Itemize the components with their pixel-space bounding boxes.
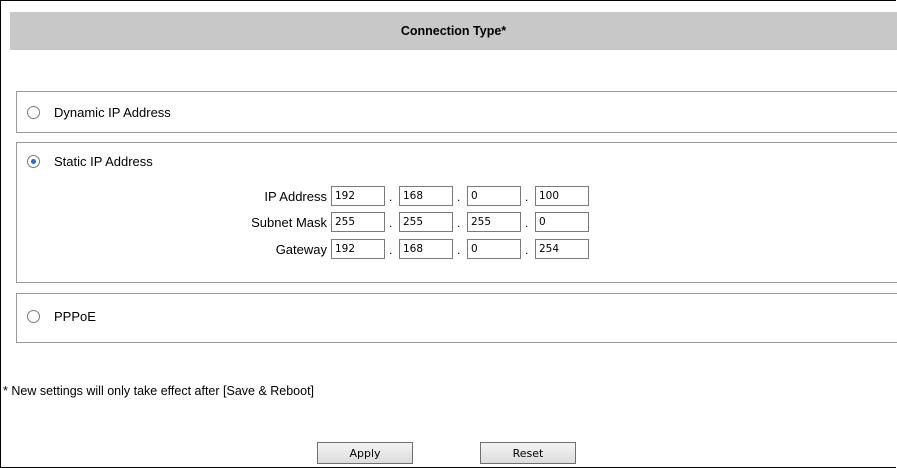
- ip-separator: .: [389, 243, 393, 257]
- pppoe-option[interactable]: PPPoE: [27, 309, 96, 324]
- ip-address-octet-4[interactable]: [535, 186, 589, 206]
- pppoe-group: PPPoE: [16, 293, 897, 343]
- ip-separator: .: [389, 190, 393, 204]
- subnet-mask-label: Subnet Mask: [251, 215, 327, 230]
- ip-address-row: IP Address . . .: [17, 186, 617, 208]
- dynamic-ip-option[interactable]: Dynamic IP Address: [27, 105, 171, 120]
- reset-button[interactable]: Reset: [480, 442, 576, 464]
- static-ip-option[interactable]: Static IP Address: [27, 154, 153, 169]
- ip-address-octet-2[interactable]: [399, 186, 453, 206]
- ip-separator: .: [457, 216, 461, 230]
- static-ip-label[interactable]: Static IP Address: [54, 154, 153, 169]
- gateway-octet-2[interactable]: [399, 239, 453, 259]
- gateway-octet-4[interactable]: [535, 239, 589, 259]
- static-ip-group: Static IP Address IP Address . . . Subne…: [16, 142, 897, 283]
- ip-separator: .: [525, 190, 529, 204]
- reboot-note: * New settings will only take effect aft…: [3, 384, 315, 398]
- dynamic-ip-group: Dynamic IP Address: [16, 91, 897, 133]
- gateway-octet-3[interactable]: [467, 239, 521, 259]
- subnet-mask-octet-2[interactable]: [399, 212, 453, 232]
- subnet-mask-octet-3[interactable]: [467, 212, 521, 232]
- gateway-octet-1[interactable]: [331, 239, 385, 259]
- ip-address-octet-1[interactable]: [331, 186, 385, 206]
- ip-address-octet-3[interactable]: [467, 186, 521, 206]
- ip-separator: .: [525, 243, 529, 257]
- ip-address-label: IP Address: [264, 189, 327, 204]
- section-title: Connection Type*: [400, 24, 507, 38]
- ip-separator: .: [457, 243, 461, 257]
- apply-button[interactable]: Apply: [317, 442, 413, 464]
- gateway-row: Gateway . . .: [17, 239, 617, 261]
- ip-separator: .: [389, 216, 393, 230]
- pppoe-label[interactable]: PPPoE: [54, 309, 96, 324]
- gateway-label: Gateway: [275, 242, 327, 257]
- subnet-mask-row: Subnet Mask . . .: [17, 212, 617, 234]
- ip-separator: .: [525, 216, 529, 230]
- section-header: Connection Type*: [10, 12, 897, 50]
- subnet-mask-octet-1[interactable]: [331, 212, 385, 232]
- dynamic-ip-radio[interactable]: [27, 106, 40, 119]
- ip-separator: .: [457, 190, 461, 204]
- pppoe-radio[interactable]: [27, 310, 40, 323]
- dynamic-ip-label[interactable]: Dynamic IP Address: [54, 105, 171, 120]
- static-ip-radio[interactable]: [27, 155, 40, 168]
- subnet-mask-octet-4[interactable]: [535, 212, 589, 232]
